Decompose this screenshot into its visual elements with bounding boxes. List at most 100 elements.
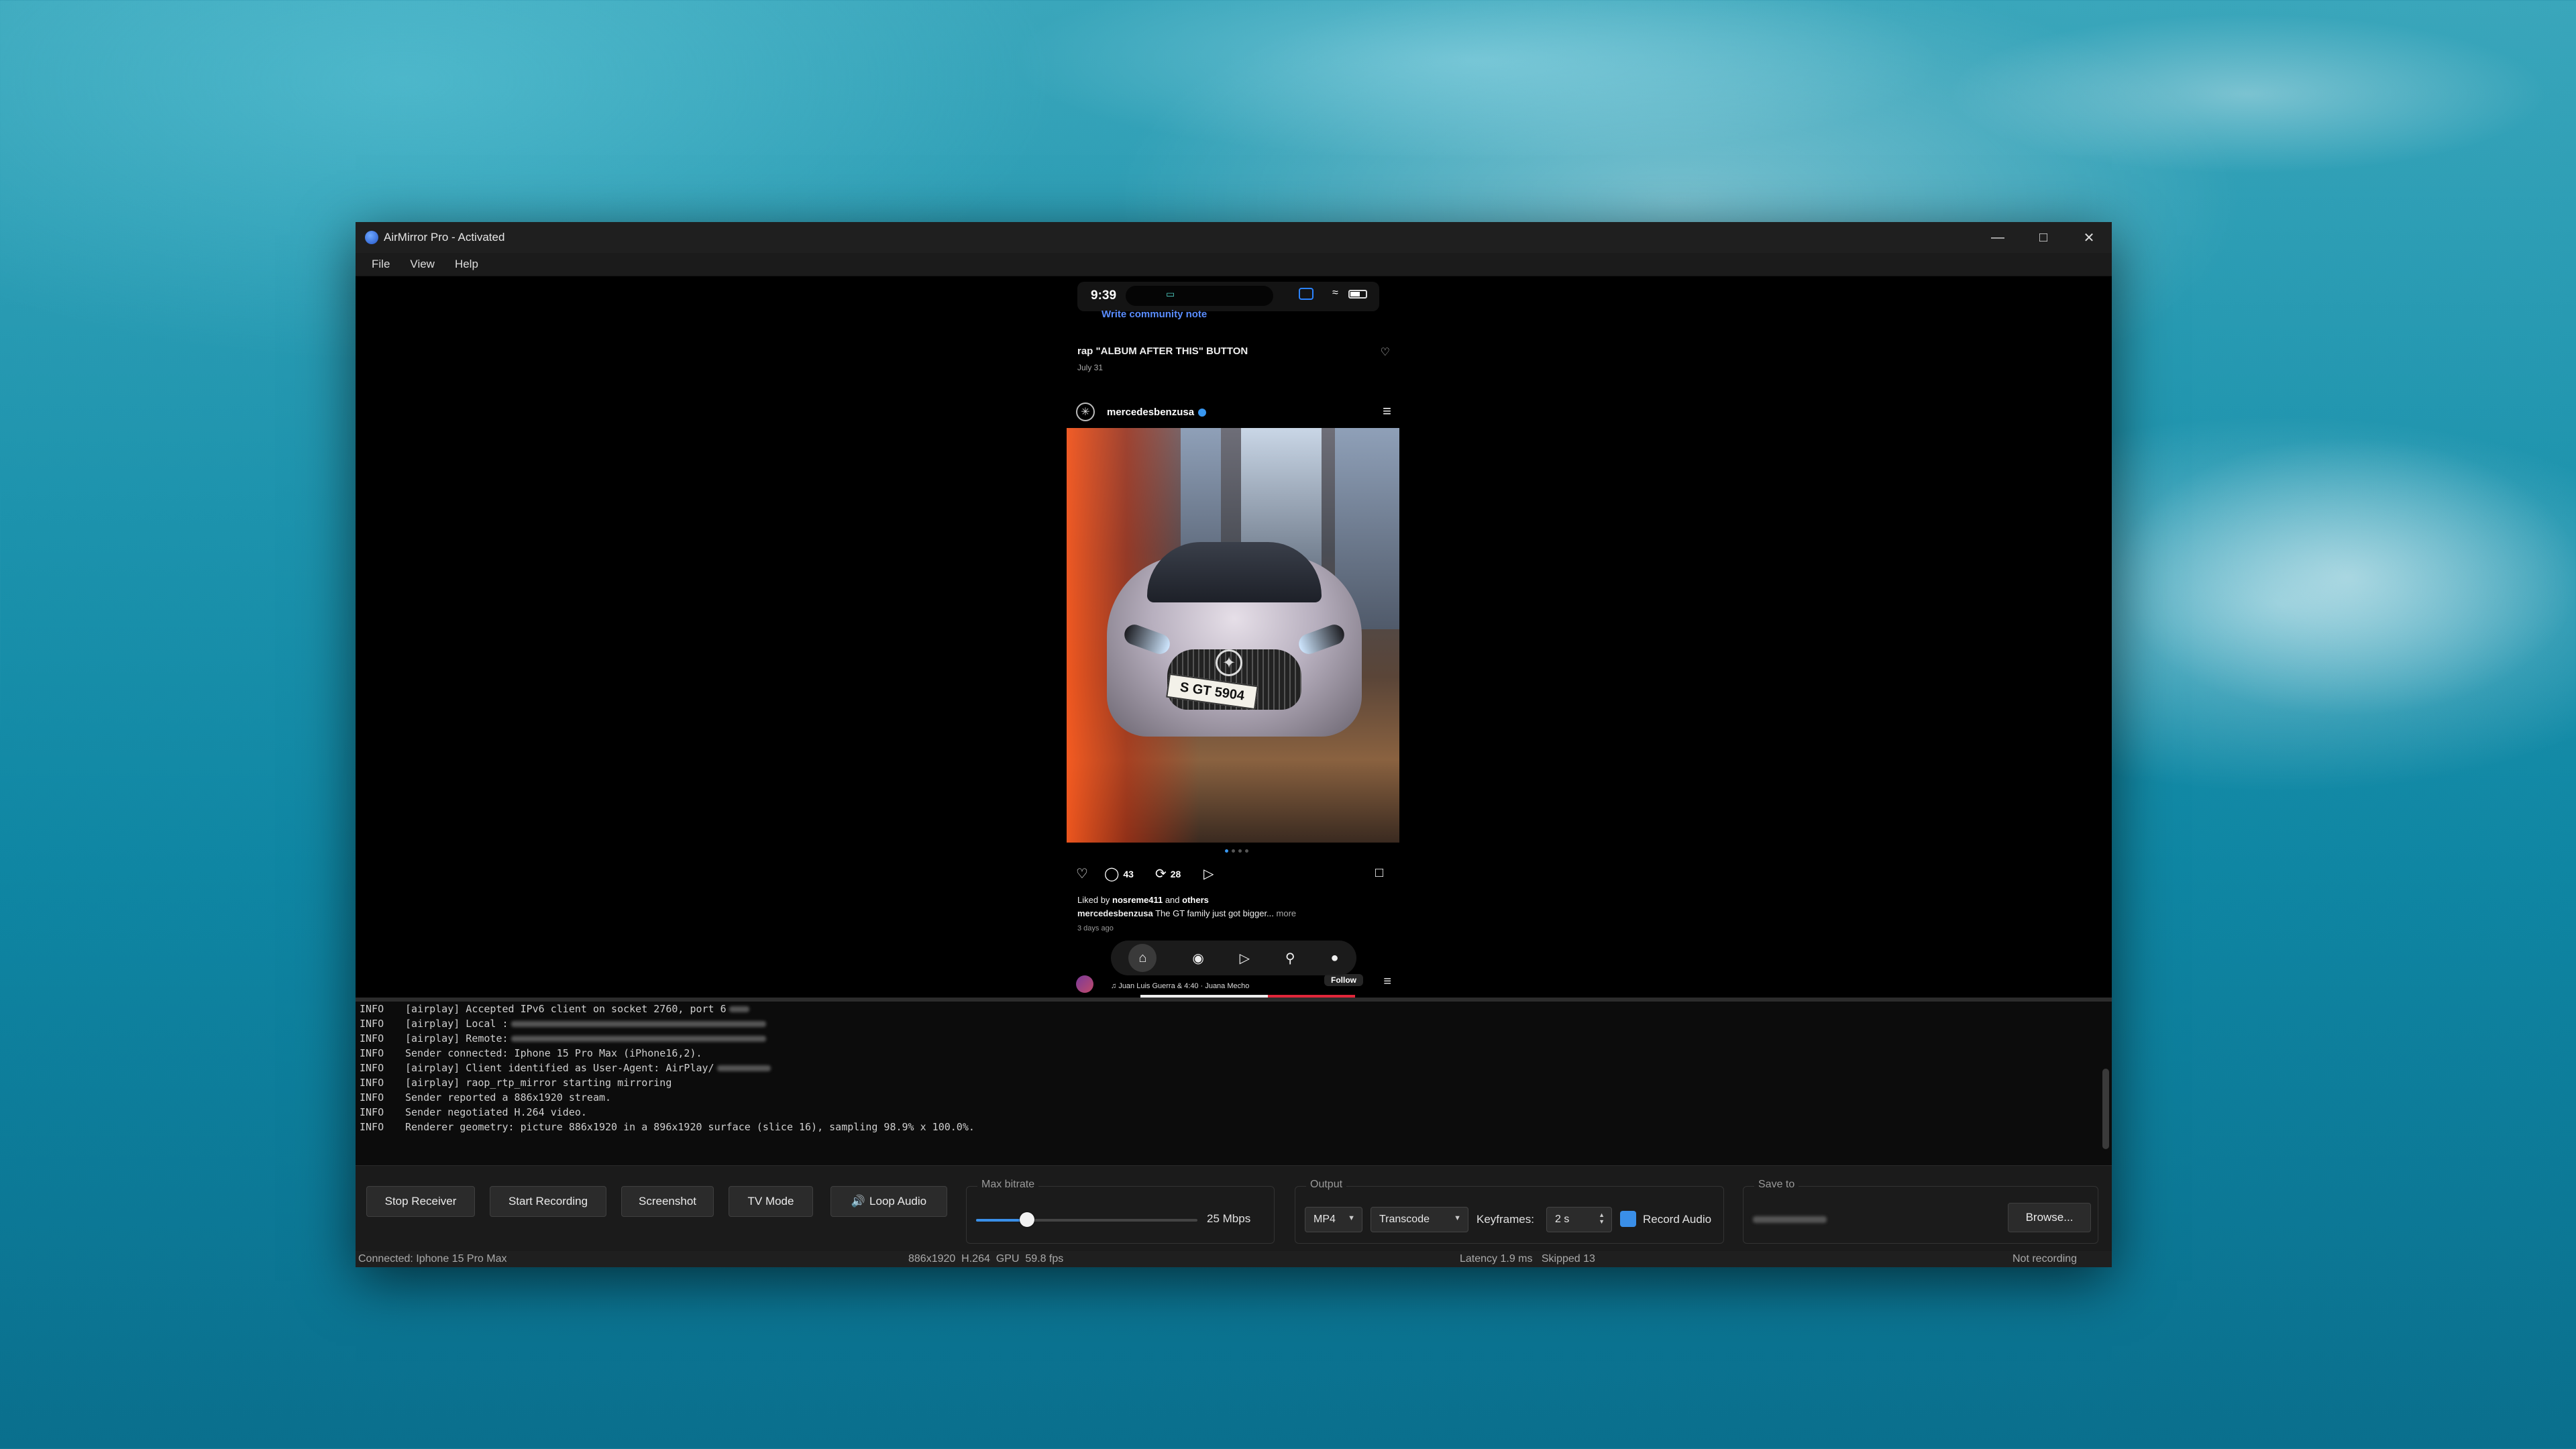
bitrate-slider-thumb[interactable] [1019, 1212, 1034, 1227]
log-console[interactable]: INFO [airplay] Accepted IPv6 client on so… [356, 1002, 2112, 1165]
record-audio-label: Record Audio [1643, 1213, 1712, 1226]
log-line: INFO [airplay] Local : [360, 1016, 766, 1031]
bitrate-slider[interactable] [976, 1212, 1197, 1227]
stream-info: 886x1920 H.264 GPU 59.8 fps [908, 1253, 1064, 1265]
search-icon[interactable]: ⚲ [1285, 950, 1295, 967]
previous-post-date: July 31 [1077, 363, 1104, 372]
bitrate-group: Max bitrate 25 Mbps [966, 1179, 1275, 1244]
send-icon[interactable]: ▷ [1240, 950, 1250, 967]
save-to-group: Save to Browse... [1743, 1179, 2098, 1244]
carousel-dots [1225, 849, 1248, 853]
chevron-down-icon: ▼ [1348, 1214, 1355, 1222]
output-group: Output MP4 ▼ Transcode ▼ Keyframes: 2 s ▲ ▼ … [1295, 1179, 1724, 1244]
screenshot-button[interactable]: Screenshot [621, 1186, 714, 1217]
record-audio-checkbox[interactable] [1620, 1211, 1636, 1227]
profile-icon[interactable]: ● [1330, 951, 1338, 966]
liked-by: Liked by nosreme411 and others [1077, 895, 1209, 905]
post-username[interactable]: mercedesbenzusa [1107, 407, 1207, 418]
home-icon[interactable]: ⌂ [1128, 944, 1157, 972]
keyframes-stepper[interactable]: 2 s ▲ ▼ [1546, 1207, 1612, 1232]
heart-icon[interactable]: ♡ [1381, 345, 1390, 359]
stepper-icon: ▲ ▼ [1599, 1212, 1605, 1225]
phone-status-bar: 9:39 ▭ ≈ Write community note [1077, 282, 1379, 320]
screen-mirror-icon [1299, 288, 1313, 300]
save-to-label: Save to [1754, 1179, 1799, 1191]
repost-icon: ⟳ [1155, 867, 1167, 881]
phone-time: 9:39 [1091, 288, 1117, 303]
menu-bar: File View Help [356, 253, 2112, 276]
post-caption: mercedesbenzusa The GT family just got b… [1077, 908, 1297, 918]
status-bar: Connected: Iphone 15 Pro Max 886x1920 H.… [356, 1251, 2112, 1267]
keyframes-label: Keyframes: [1477, 1213, 1534, 1226]
maximize-icon[interactable]: □ [2021, 222, 2066, 253]
community-note-link[interactable]: Write community note [1102, 309, 1207, 320]
post-image[interactable]: ✦ S GT 5904 [1067, 428, 1399, 843]
comment-button[interactable]: ◯ 43 [1104, 865, 1134, 882]
wave-highlight [2113, 436, 2576, 718]
next-post-row: ♫ Juan Luis Guerra & 4:40 · Juana Mecho … [1076, 974, 1391, 994]
avatar[interactable] [1076, 975, 1093, 993]
window-title: AirMirror Pro - Activated [384, 231, 505, 244]
more-link[interactable]: more [1274, 908, 1297, 918]
log-scrollbar[interactable] [2102, 1069, 2109, 1149]
post-time-ago: 3 days ago [1077, 924, 1114, 932]
mercedes-star-icon: ✦ [1216, 649, 1242, 676]
log-line: INFO Sender connected: Iphone 15 Pro Max … [360, 1047, 702, 1059]
battery-icon [1348, 290, 1367, 299]
comment-icon: ◯ [1104, 867, 1120, 881]
title-bar[interactable]: AirMirror Pro - Activated — □ ✕ [356, 222, 2112, 253]
wave-highlight [1006, 0, 1945, 161]
post-header: ✳ mercedesbenzusa ≡ [1076, 398, 1391, 425]
minimize-icon[interactable]: — [1975, 222, 2021, 253]
mirror-view[interactable]: 9:39 ▭ ≈ Write community note rap "ALBUM… [356, 276, 2112, 998]
menu-view[interactable]: View [410, 258, 435, 271]
bookmark-icon[interactable]: □ [1375, 865, 1383, 881]
car-windshield [1147, 542, 1322, 602]
post-actions: ♡ ◯ 43 ⟳ 28 ▷ □ [1076, 865, 1391, 885]
log-line: INFO Sender negotiated H.264 video. [360, 1106, 587, 1118]
previous-post-caption: rap "ALBUM AFTER THIS" BUTTON [1077, 345, 1248, 357]
close-icon[interactable]: ✕ [2066, 222, 2112, 253]
app-window: AirMirror Pro - Activated — □ ✕ File Vie… [356, 222, 2112, 1267]
verified-badge-icon [1198, 409, 1207, 417]
log-line: INFO [airplay] Accepted IPv6 client on so… [360, 1002, 749, 1016]
repost-button[interactable]: ⟳ 28 [1155, 865, 1181, 882]
menu-file[interactable]: File [372, 258, 390, 271]
reels-icon[interactable]: ◉ [1192, 950, 1203, 967]
log-line: INFO [airplay] Remote: [360, 1031, 766, 1046]
latency-info: Latency 1.9 ms Skipped 13 [1460, 1253, 1595, 1265]
avatar[interactable]: ✳ [1076, 402, 1095, 421]
wave-highlight [1945, 13, 2549, 174]
save-path-field[interactable] [1753, 1207, 2001, 1232]
menu-help[interactable]: Help [455, 258, 478, 271]
log-line: INFO [airplay] raop_rtp_mirror starting m… [360, 1077, 672, 1089]
start-recording-button[interactable]: Start Recording [490, 1186, 606, 1217]
bottom-nav: ⌂ ◉ ▷ ⚲ ● [1111, 941, 1356, 975]
repost-count: 28 [1170, 868, 1181, 879]
speaker-icon: 🔊 [851, 1195, 866, 1208]
music-info: ♫ Juan Luis Guerra & 4:40 · Juana Mecho [1111, 982, 1250, 990]
airplay-icon: ▭ [1166, 288, 1175, 299]
phone-screen[interactable]: 9:39 ▭ ≈ Write community note rap "ALBUM… [1067, 276, 1399, 998]
log-line: INFO [airplay] Client identified as User-… [360, 1061, 771, 1075]
output-label: Output [1306, 1179, 1347, 1191]
follow-button[interactable]: Follow [1324, 974, 1363, 986]
bitrate-label: Max bitrate [977, 1179, 1039, 1191]
share-icon[interactable]: ▷ [1203, 865, 1214, 882]
log-line: INFO Sender reported a 886x1920 stream. [360, 1091, 612, 1104]
like-icon[interactable]: ♡ [1076, 865, 1088, 882]
wifi-icon: ≈ [1332, 287, 1338, 299]
mode-select[interactable]: Transcode ▼ [1371, 1207, 1468, 1232]
log-line: INFO Renderer geometry: picture 886x1920 … [360, 1121, 975, 1133]
dynamic-island [1126, 286, 1273, 306]
recording-status: Not recording [2012, 1253, 2078, 1265]
tv-mode-button[interactable]: TV Mode [729, 1186, 813, 1217]
menu-icon[interactable]: ≡ [1383, 974, 1391, 989]
menu-icon[interactable]: ≡ [1383, 402, 1391, 420]
loop-audio-label: Loop Audio [869, 1195, 927, 1208]
format-select[interactable]: MP4 ▼ [1305, 1207, 1362, 1232]
stop-receiver-button[interactable]: Stop Receiver [366, 1186, 475, 1217]
browse-button[interactable]: Browse... [2008, 1203, 2091, 1232]
loop-audio-button[interactable]: 🔊 Loop Audio [830, 1186, 947, 1217]
control-panel: Stop Receiver Start Recording Screenshot… [356, 1165, 2112, 1252]
